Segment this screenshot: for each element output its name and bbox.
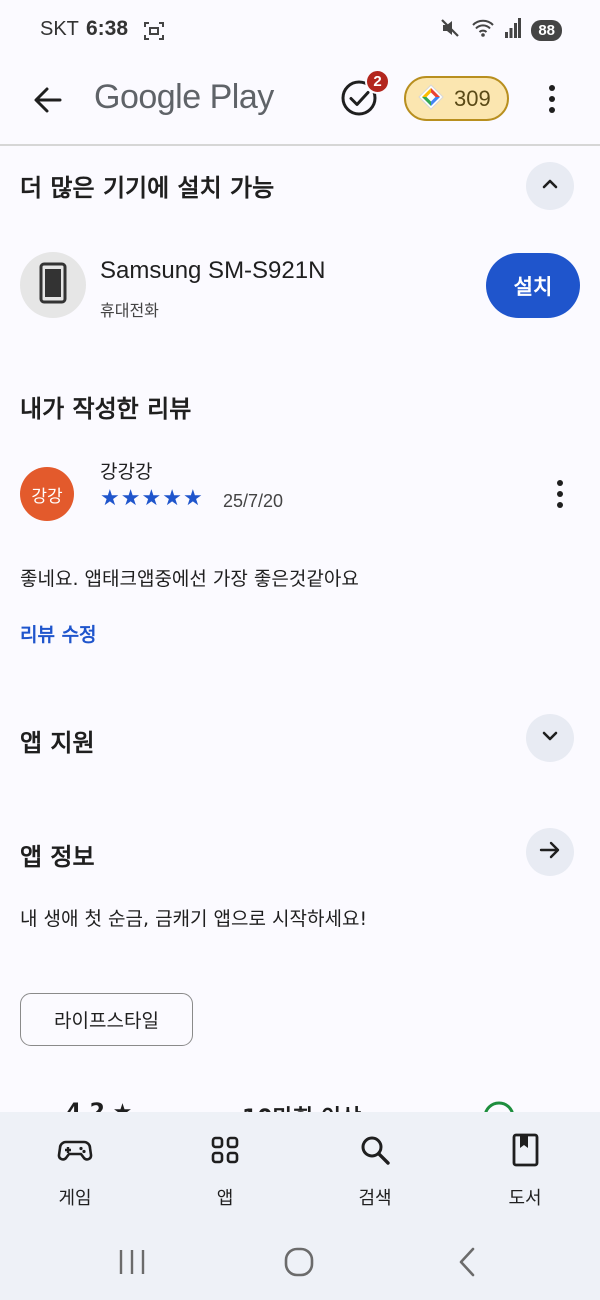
support-section-title: 앱 지원 — [20, 729, 95, 757]
play-points-button[interactable]: 309 — [404, 76, 509, 121]
nav-item-apps[interactable]: 앱 — [150, 1112, 300, 1224]
nav-item-books[interactable]: 도서 — [450, 1112, 600, 1224]
back-arrow-icon[interactable] — [28, 80, 68, 120]
star-icon: ★ — [182, 486, 203, 511]
clock: 6:38 — [86, 17, 129, 40]
nav-label-books: 도서 — [508, 1188, 542, 1209]
avatar: 강강 — [20, 467, 74, 521]
category-chip[interactable]: 라이프스타일 — [20, 993, 193, 1046]
collapse-devices-button[interactable] — [526, 162, 574, 210]
google-play-logo: Google Play — [94, 78, 274, 116]
recents-icon[interactable] — [112, 1242, 152, 1282]
nav-label-apps: 앱 — [216, 1188, 234, 1209]
star-icon: ★ — [100, 486, 120, 511]
device-name: Samsung SM-S921N — [100, 257, 326, 284]
mute-icon — [439, 17, 461, 43]
points-value: 309 — [454, 85, 491, 111]
star-icon: ★ — [120, 486, 141, 511]
gamepad-icon — [57, 1132, 93, 1168]
review-date: 25/7/20 — [223, 491, 284, 511]
install-button[interactable]: 설치 — [486, 253, 580, 318]
play-points-icon — [418, 83, 444, 114]
app-description: 내 생애 첫 순금, 금캐기 앱으로 시작하세요! — [20, 908, 368, 930]
bottom-navigation: 게임 앱 검색 도서 — [0, 1112, 600, 1224]
star-icon: ★ — [162, 486, 182, 511]
nav-item-games[interactable]: 게임 — [0, 1112, 150, 1224]
device-type: 휴대전화 — [100, 301, 159, 320]
edit-review-link[interactable]: 리뷰 수정 — [20, 620, 97, 647]
star-icon: ★ — [141, 486, 162, 511]
home-icon[interactable] — [279, 1242, 319, 1282]
review-more-icon[interactable] — [552, 477, 568, 511]
battery-indicator: 88 — [531, 19, 562, 41]
status-bar: SKT 6:38 88 — [0, 0, 600, 60]
apps-grid-icon — [207, 1132, 243, 1168]
notification-badge: 2 — [365, 69, 390, 94]
smartphone-icon — [39, 262, 67, 308]
book-icon — [507, 1132, 543, 1168]
chevron-down-icon — [540, 726, 560, 750]
reviewer-name: 강강강 — [100, 461, 153, 483]
app-bar: Google Play 2 309 — [0, 60, 600, 146]
system-navigation — [0, 1224, 600, 1300]
arrow-right-icon — [538, 838, 562, 866]
chevron-up-icon — [540, 174, 560, 198]
search-icon — [357, 1132, 393, 1168]
nav-item-search[interactable]: 검색 — [300, 1112, 450, 1224]
nav-label-games: 게임 — [58, 1188, 92, 1209]
wifi-icon — [471, 17, 495, 43]
carrier-label: SKT — [40, 18, 79, 40]
open-app-info-button[interactable] — [526, 828, 574, 876]
device-avatar — [20, 252, 86, 318]
devices-section-title: 더 많은 기기에 설치 가능 — [20, 174, 275, 202]
nav-label-search: 검색 — [358, 1188, 392, 1209]
info-section-title: 앱 정보 — [20, 843, 95, 871]
status-icons: 88 — [439, 16, 562, 44]
review-text: 좋네요. 앱태크앱중에선 가장 좋은것같아요 — [20, 568, 359, 590]
system-back-icon[interactable] — [448, 1242, 488, 1282]
signal-icon — [505, 18, 522, 42]
screenshot-icon — [143, 20, 165, 42]
more-vert-icon[interactable] — [540, 82, 564, 116]
expand-support-button[interactable] — [526, 714, 574, 762]
review-section-title: 내가 작성한 리뷰 — [20, 395, 192, 423]
star-rating: ★ ★ ★ ★ ★ — [100, 487, 203, 511]
